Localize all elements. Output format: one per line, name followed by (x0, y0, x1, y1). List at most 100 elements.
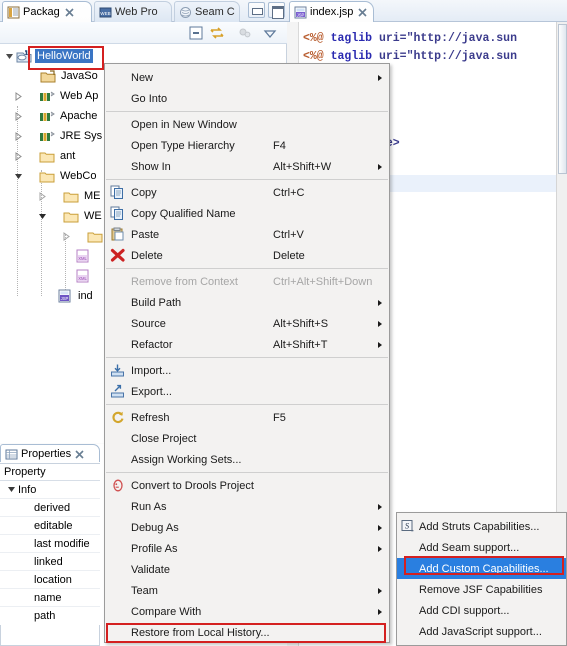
submenu-item-add-struts-capabilities[interactable]: S Add Struts Capabilities... (397, 516, 566, 537)
project-context-menu[interactable]: New Go Into Open in New Window Open Type… (104, 63, 390, 643)
menu-label: Profile As (131, 542, 178, 555)
tree-node-apache-library[interactable]: Apache (13, 106, 99, 126)
menu-label: Add JavaScript support... (419, 625, 542, 638)
menu-item-close-project[interactable]: Close Project (105, 428, 389, 449)
property-row-path[interactable]: path (0, 607, 100, 625)
scrollbar-thumb[interactable] (558, 24, 567, 174)
menu-accelerator: Alt+Shift+S (273, 317, 329, 330)
menu-item-new[interactable]: New (105, 67, 389, 88)
xml-file-icon: XML (75, 249, 91, 264)
submenu-item-add-javascript-support[interactable]: Add JavaScript support... (397, 621, 566, 642)
eclipse-ide-window: JSP index.jsp <%@ taglib uri="http://jav… (0, 0, 567, 646)
library-icon (39, 89, 55, 104)
submenu-item-remove-jsf-capabilities[interactable]: Remove JSF Capabilities (397, 579, 566, 600)
menu-item-convert-to-drools-project[interactable]: Convert to Drools Project (105, 475, 389, 496)
tree-node-lib-folder[interactable] (61, 226, 110, 246)
menu-item-go-into[interactable]: Go Into (105, 88, 389, 109)
submenu-item-add-seam-support[interactable]: Add Seam support... (397, 537, 566, 558)
menu-label: Close Project (131, 432, 197, 445)
tree-node-web-inf[interactable]: WE (37, 206, 104, 226)
submenu-item-convert-to-plug-in-projects[interactable]: Convert to Plug-in Projects... (397, 642, 566, 646)
tree-node-meta-inf[interactable]: ME (37, 186, 103, 206)
property-row-info[interactable]: Info (0, 481, 100, 499)
menu-item-delete[interactable]: Delete Delete (105, 245, 389, 266)
menu-item-run-as[interactable]: Run As (105, 496, 389, 517)
view-menu-icon[interactable] (262, 25, 278, 41)
focus-icon[interactable] (237, 25, 253, 41)
property-row-derived[interactable]: derived (0, 499, 100, 517)
maximize-button[interactable] (268, 2, 285, 19)
chevron-down-icon[interactable] (37, 211, 48, 222)
menu-item-build-path[interactable]: Build Path (105, 292, 389, 313)
collapse-all-icon[interactable] (188, 25, 204, 41)
tree-node-ant[interactable]: ant (13, 146, 77, 166)
chevron-right-icon[interactable] (37, 191, 48, 202)
submenu-item-add-cdi-support[interactable]: Add CDI support... (397, 600, 566, 621)
chevron-down-icon[interactable] (4, 51, 15, 62)
close-icon[interactable] (358, 7, 367, 17)
configure-submenu[interactable]: S Add Struts Capabilities... Add Seam su… (396, 512, 567, 646)
library-icon (39, 129, 55, 144)
tree-node-jre-system-library[interactable]: JRE Sys (13, 126, 104, 146)
menu-item-restore-from-local-history[interactable]: Restore from Local History... (105, 622, 389, 643)
chevron-right-icon[interactable] (13, 151, 24, 162)
menu-item-show-in[interactable]: Show In Alt+Shift+W (105, 156, 389, 177)
menu-item-open-type-hierarchy[interactable]: Open Type Hierarchy F4 (105, 135, 389, 156)
tab-package-explorer[interactable]: Packag (2, 1, 92, 22)
close-icon[interactable] (65, 7, 74, 17)
tree-node-xml-file[interactable]: XML (75, 266, 98, 286)
tree-node-webcontent[interactable]: WebCo (13, 166, 98, 186)
chevron-right-icon[interactable] (13, 91, 24, 102)
tab-label: Seam C (195, 6, 235, 18)
struts-icon: S (400, 519, 416, 534)
tree-node-javasource[interactable]: JavaSo (28, 66, 100, 86)
menu-item-open-in-new-window[interactable]: Open in New Window (105, 114, 389, 135)
menu-item-validate[interactable]: Validate (105, 559, 389, 580)
drools-icon (110, 478, 126, 493)
property-row-last-modified[interactable]: last modifie (0, 535, 100, 553)
property-row-location[interactable]: location (0, 571, 100, 589)
link-with-editor-icon[interactable] (209, 25, 225, 41)
menu-item-import[interactable]: Import... (105, 360, 389, 381)
menu-item-export[interactable]: Export... (105, 381, 389, 402)
chevron-down-icon[interactable] (6, 484, 17, 495)
tree-node-label (94, 255, 98, 257)
menu-item-copy-qualified-name[interactable]: Copy Qualified Name (105, 203, 389, 224)
menu-item-team[interactable]: Team (105, 580, 389, 601)
chevron-right-icon[interactable] (13, 111, 24, 122)
close-icon[interactable] (75, 449, 84, 459)
tree-node-helloworld[interactable]: HelloWorld (4, 46, 93, 66)
submenu-arrow-icon (378, 320, 382, 327)
menu-item-source[interactable]: Source Alt+Shift+S (105, 313, 389, 334)
properties-column-header: Property (0, 463, 100, 481)
tab-seam-components[interactable]: Seam C (174, 1, 240, 22)
menu-item-paste[interactable]: Paste Ctrl+V (105, 224, 389, 245)
menu-item-assign-working-sets[interactable]: Assign Working Sets... (105, 449, 389, 470)
submenu-item-add-custom-capabilities[interactable]: Add Custom Capabilities... (397, 558, 566, 579)
tree-node-index-jsp[interactable]: JSP ind (57, 286, 95, 306)
editor-tab-index-jsp[interactable]: JSP index.jsp (289, 1, 375, 22)
menu-label: Export... (131, 385, 172, 398)
property-row-name[interactable]: name (0, 589, 100, 607)
menu-label: Refresh (131, 411, 170, 424)
editor-tab-label: index.jsp (310, 6, 354, 18)
menu-accelerator: Delete (273, 249, 305, 262)
menu-separator (106, 179, 388, 180)
property-row-linked[interactable]: linked (0, 553, 100, 571)
menu-item-refactor[interactable]: Refactor Alt+Shift+T (105, 334, 389, 355)
menu-item-refresh[interactable]: Refresh F5 (105, 407, 389, 428)
property-row-editable[interactable]: editable (0, 517, 100, 535)
chevron-down-icon[interactable] (13, 171, 24, 182)
menu-item-debug-as[interactable]: Debug As (105, 517, 389, 538)
tree-node-web-app-libraries[interactable]: Web Ap (13, 86, 100, 106)
chevron-right-icon[interactable] (13, 131, 24, 142)
tree-node-label: Web Ap (60, 90, 99, 102)
tab-web-projects[interactable]: WEB Web Pro (94, 1, 172, 22)
tab-properties[interactable]: Properties (0, 444, 100, 463)
minimize-button[interactable] (248, 2, 265, 18)
chevron-right-icon[interactable] (61, 231, 72, 242)
menu-item-copy[interactable]: Copy Ctrl+C (105, 182, 389, 203)
menu-item-profile-as[interactable]: Profile As (105, 538, 389, 559)
menu-item-compare-with[interactable]: Compare With (105, 601, 389, 622)
tree-node-xml-file[interactable]: XML (75, 246, 98, 266)
